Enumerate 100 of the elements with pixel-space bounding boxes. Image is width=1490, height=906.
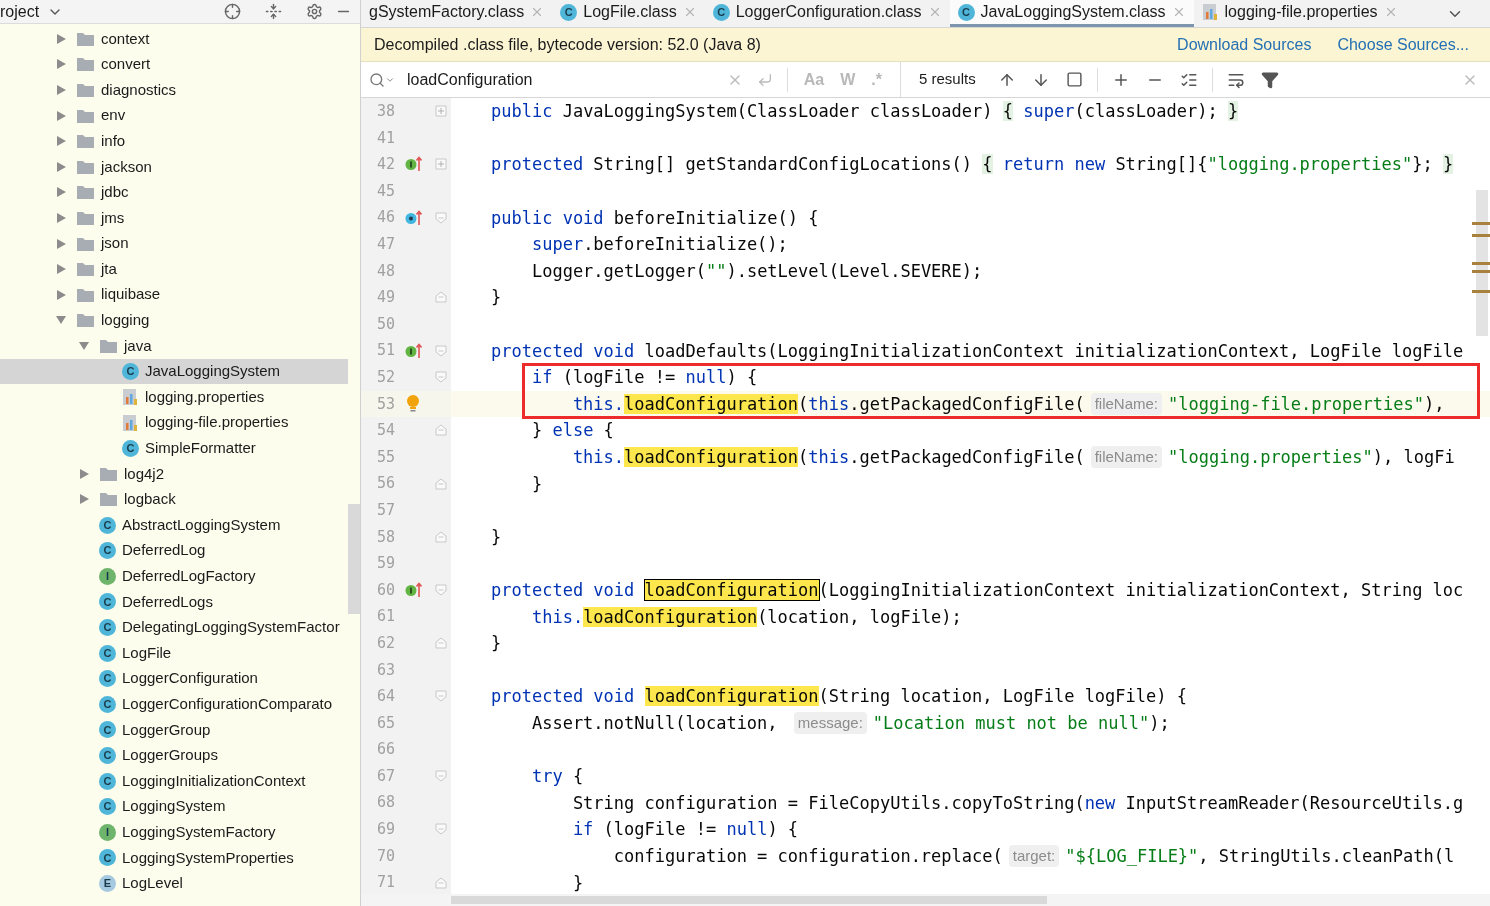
- tree-item[interactable]: java: [0, 333, 348, 359]
- tree-item[interactable]: jackson: [0, 153, 348, 180]
- tree-item[interactable]: C LoggingInitializationContext: [0, 768, 348, 794]
- tree-item[interactable]: C SimpleFormatter: [0, 435, 348, 462]
- tree-item[interactable]: C AbstractLoggingSystem: [0, 512, 348, 538]
- class-badge-icon: C: [99, 695, 116, 713]
- collapsed-arrow-icon[interactable]: [55, 84, 67, 96]
- line-number: 46: [375, 207, 395, 229]
- horizontal-scrollbar[interactable]: [361, 894, 1490, 906]
- line-number: 71: [375, 872, 395, 894]
- class-badge-icon: E: [99, 874, 116, 892]
- tree-item[interactable]: log4j2: [0, 461, 348, 487]
- fold-icon[interactable]: [435, 105, 447, 118]
- code-line: try {: [530, 765, 584, 789]
- tree-item[interactable]: logging.properties: [0, 384, 348, 410]
- tree-item[interactable]: logging-file.properties: [0, 409, 348, 436]
- filter-icon[interactable]: [1260, 70, 1279, 89]
- tree-item[interactable]: C DeferredLog: [0, 537, 348, 564]
- line-number: 56: [375, 473, 395, 495]
- collapsed-arrow-icon[interactable]: [55, 237, 67, 250]
- line-number: 53: [375, 393, 395, 415]
- code-line: this.loadConfiguration(this.getPackagedConfigFile( fileName: "logging.properties"), logFi: [571, 445, 1455, 469]
- line-number: 48: [375, 260, 395, 282]
- banner-link[interactable]: Download Sources: [1177, 32, 1312, 57]
- tree-item[interactable]: convert: [0, 51, 348, 78]
- code-line: super.beforeInitialize();: [530, 233, 788, 257]
- tree-item[interactable]: C LogFile: [0, 640, 348, 666]
- collapsed-arrow-icon[interactable]: [55, 160, 67, 173]
- tree-item[interactable]: info: [0, 128, 348, 154]
- class-badge-icon: C: [99, 516, 116, 534]
- tree-item[interactable]: C LoggerConfiguration: [0, 665, 348, 692]
- class-badge-icon: C: [99, 644, 116, 662]
- tree-item[interactable]: C DelegatingLoggingSystemFactor: [0, 614, 348, 641]
- collapsed-arrow-icon[interactable]: [55, 288, 67, 301]
- collapsed-arrow-icon[interactable]: [55, 109, 67, 122]
- tree-item[interactable]: I LoggingSystemFactory: [0, 819, 348, 845]
- tree-item[interactable]: json: [0, 230, 348, 257]
- collapsed-arrow-icon[interactable]: [55, 58, 67, 71]
- collapse-all-icon[interactable]: [265, 3, 282, 20]
- editor-tab[interactable]: logging-file.properties: [1193, 0, 1406, 27]
- collapsed-arrow-icon[interactable]: [55, 135, 67, 148]
- tree-item[interactable]: C LoggingSystem: [0, 793, 348, 820]
- search-field[interactable]: loadConfiguration: [407, 67, 719, 92]
- tree-item[interactable]: jdbc: [0, 179, 348, 206]
- collapsed-arrow-icon[interactable]: [78, 467, 90, 480]
- scrollbar[interactable]: [348, 504, 360, 614]
- tree-item[interactable]: E LogLevel: [0, 870, 348, 897]
- line-number: 42: [375, 154, 395, 176]
- editor-tab[interactable]: C LogFile.class: [552, 0, 705, 27]
- collapsed-arrow-icon[interactable]: [55, 186, 67, 199]
- folder-icon: [76, 209, 95, 226]
- code-line: }: [571, 871, 584, 894]
- tree-item[interactable]: C LoggerGroup: [0, 717, 348, 743]
- tree-item[interactable]: C DeferredLogs: [0, 589, 348, 615]
- lightbulb-icon[interactable]: [406, 393, 420, 414]
- folder-icon: [76, 133, 95, 150]
- implemented-method-icon[interactable]: [404, 342, 422, 359]
- tree-item[interactable]: C LoggerGroups: [0, 742, 348, 769]
- tree-item[interactable]: logging: [0, 307, 348, 334]
- editor-tab[interactable]: C LoggerConfiguration.class: [704, 0, 950, 27]
- overridden-method-icon[interactable]: [404, 209, 422, 226]
- tree-item[interactable]: C JavaLoggingSystem: [0, 358, 348, 385]
- banner-link[interactable]: Choose Sources...: [1337, 32, 1469, 57]
- tree-item[interactable]: jta: [0, 256, 348, 282]
- collapsed-arrow-icon[interactable]: [55, 263, 67, 276]
- code-line: public JavaLoggingSystem(ClassLoader classLoader) { super(classLoader); }: [491, 100, 1239, 124]
- class-badge-icon: C: [712, 3, 730, 21]
- tree-item[interactable]: context: [0, 26, 348, 52]
- editor-tab[interactable]: C JavaLoggingSystem.class: [949, 0, 1194, 27]
- line-number: 58: [375, 526, 395, 548]
- search-icon[interactable]: [369, 71, 385, 88]
- expanded-arrow-icon[interactable]: [78, 339, 90, 352]
- line-number: 60: [375, 579, 395, 601]
- tree-item[interactable]: logback: [0, 486, 348, 513]
- tree-item[interactable]: C LoggingSystemProperties: [0, 845, 348, 871]
- tree-item[interactable]: C LoggerConfigurationComparato: [0, 691, 348, 718]
- folder-icon: [99, 465, 118, 482]
- collapsed-arrow-icon[interactable]: [55, 32, 67, 45]
- tree-item[interactable]: I DeferredLogFactory: [0, 563, 348, 590]
- folder-icon: [76, 82, 95, 98]
- panel-title[interactable]: roject: [0, 0, 40, 24]
- class-badge-icon: C: [99, 798, 116, 816]
- select-all-icon[interactable]: [1065, 71, 1083, 88]
- collapsed-arrow-icon[interactable]: [78, 493, 90, 506]
- collapsed-arrow-icon[interactable]: [55, 211, 67, 224]
- settings-icon[interactable]: [306, 3, 323, 20]
- tree-item[interactable]: jms: [0, 205, 348, 231]
- editor-tab[interactable]: gSystemFactory.class: [361, 0, 553, 27]
- tree-item[interactable]: env: [0, 102, 348, 129]
- tree-item[interactable]: diagnostics: [0, 77, 348, 103]
- properties-file-icon: [1201, 3, 1219, 21]
- code-line: Assert.notNull(location, message: "Location must not be null");: [530, 710, 1170, 735]
- new-line-icon[interactable]: [756, 71, 773, 88]
- tree-item[interactable]: liquibase: [0, 281, 348, 308]
- implemented-method-icon[interactable]: [404, 156, 422, 173]
- line-number: 49: [375, 287, 395, 309]
- implemented-method-icon[interactable]: [404, 582, 422, 598]
- locate-icon[interactable]: [224, 3, 241, 20]
- class-badge-icon: C: [99, 746, 116, 764]
- fold-icon[interactable]: [435, 158, 447, 171]
